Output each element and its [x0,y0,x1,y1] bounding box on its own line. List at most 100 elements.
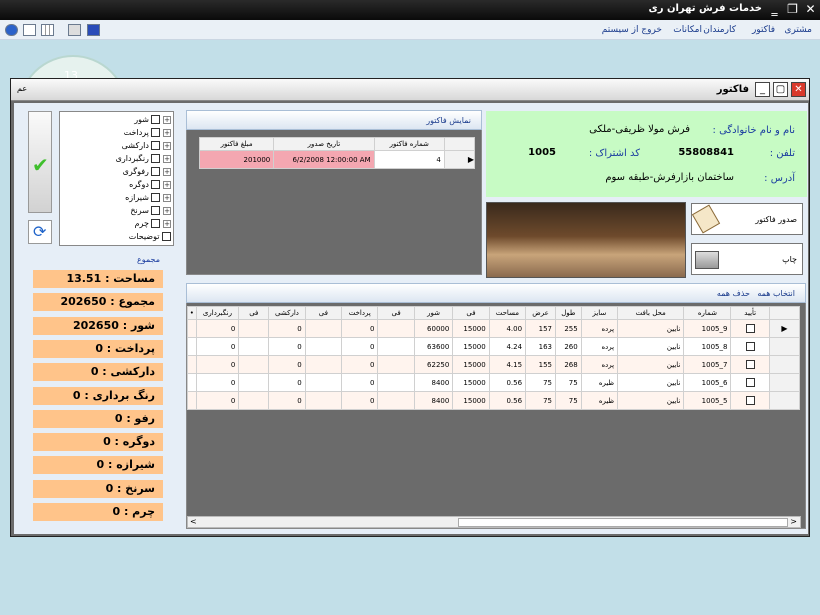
menu-employees[interactable]: کارمندان [703,25,736,35]
service-item[interactable]: + رفوگری [123,167,171,179]
service-checkbox[interactable] [162,232,171,241]
service-item[interactable]: + شیرازه [125,193,171,205]
service-checkbox[interactable] [151,180,161,189]
detail-column-header[interactable]: دارکشی [268,306,306,320]
service-item[interactable]: + چرم [135,219,171,231]
detail-cell: 0.56 [488,373,527,392]
detail-column-header[interactable]: فی [452,306,490,320]
service-checkbox[interactable] [151,154,161,163]
window-close-icon[interactable]: ✕ [791,82,806,97]
save-icon[interactable] [87,24,100,36]
expand-icon[interactable]: + [163,141,171,150]
table-row[interactable]: 201000 6/2/2008 12:00:00 AM 4 ▶ [198,150,476,169]
table-row[interactable]: 0 0 0 63600 15000 4.24 163 260 پرده نایین 1005_8 [187,337,801,356]
detail-column-header[interactable]: فی [304,306,343,320]
service-item[interactable]: + رنگبرداری [116,154,171,166]
confirm-cell [730,337,770,356]
printer-icon[interactable] [68,24,81,36]
detail-column-header[interactable]: طول [555,306,582,320]
service-checkbox[interactable] [151,219,161,228]
detail-column-header[interactable]: تأیید [730,306,770,320]
detail-column-header[interactable]: فی [238,306,270,320]
service-checkbox[interactable] [151,167,161,176]
detail-cell: ظیره [580,391,619,410]
detail-column-header[interactable]: پرداخت [341,306,379,320]
table-row[interactable]: 0 0 0 62250 15000 4.15 155 268 پرده نایین 1005_7 [187,355,801,374]
detail-column-header[interactable]: شماره [683,306,732,320]
select-all-button[interactable]: انتخاب همه [757,289,795,298]
window-minimize-icon[interactable]: _ [755,82,770,97]
detail-column-header[interactable]: شور [413,306,454,320]
scroll-left-icon[interactable]: < [190,517,197,526]
confirm-checkbox[interactable] [745,342,755,351]
confirm-checkbox[interactable] [745,324,755,333]
customer-address: ساختمان بازارفرش-طبقه سوم [605,172,734,183]
expand-icon[interactable]: + [163,154,171,163]
service-item[interactable]: + پرداخت [124,128,171,140]
detail-cell: 0 [195,337,240,356]
confirm-checkbox[interactable] [745,396,755,405]
menu-invoice[interactable]: فاکتور [752,25,775,35]
service-checkbox[interactable] [151,115,161,124]
expand-icon[interactable]: + [163,128,171,137]
table-row[interactable]: 0 0 0 60000 15000 4.00 157 255 پرده نایین 1005_9 ▶ [187,319,801,338]
menu-exit[interactable]: خروج از سیستم [602,25,662,35]
detail-column-header[interactable]: سایز [580,306,619,320]
invoice-col-date[interactable]: تاریخ صدور [273,137,375,151]
service-checkbox[interactable] [151,193,161,202]
expand-icon[interactable]: + [163,167,171,176]
table-row[interactable]: 0 0 0 8400 15000 0.56 75 75 ظیره نایین 1005_6 [187,373,801,392]
detail-toolbar: انتخاب همه حذف همه [186,283,806,303]
detail-cell: 0 [195,319,240,338]
service-item[interactable]: + سرنخ [130,206,171,218]
confirm-button[interactable]: ✔ [28,111,52,213]
detail-column-header[interactable]: رنگبرداری [195,306,240,320]
detail-column-header[interactable]: محل بافت [617,306,685,320]
service-checkbox[interactable] [151,141,161,150]
horizontal-scrollbar[interactable]: < > [187,516,801,528]
help-icon[interactable] [5,24,18,36]
page-icon[interactable] [23,24,36,36]
table-row[interactable]: 0 0 0 8400 15000 0.56 75 75 ظیره نایین 1005_5 [187,391,801,410]
confirm-checkbox[interactable] [745,360,755,369]
summary-field: دوگره : 0 [33,433,163,452]
detail-cell: 4.24 [488,337,527,356]
detail-cell: 1005_6 [683,373,732,392]
expand-icon[interactable]: + [163,193,171,202]
invoice-col-amount[interactable]: مبلغ فاکتور [198,137,275,151]
detail-column-header[interactable]: مساحت [488,306,527,320]
service-checkbox[interactable] [151,206,161,215]
service-checkbox[interactable] [151,128,161,137]
expand-icon[interactable]: + [163,180,171,189]
summary-field: مساحت : 13.51 [33,270,163,288]
detail-column-header[interactable]: عرض [525,306,557,320]
service-item[interactable]: + دارکشی [122,141,171,153]
grid-icon[interactable] [41,24,54,36]
service-item[interactable]: + شور [134,115,171,127]
detail-cell: 0 [268,355,306,374]
print-button[interactable]: چاپ [691,243,803,275]
scroll-thumb[interactable] [458,518,788,527]
service-label: شیرازه [125,193,149,202]
confirm-checkbox[interactable] [745,378,755,387]
menu-facilities[interactable]: امکانات [673,25,702,35]
invoice-col-number[interactable]: شماره فاکتور [373,137,445,151]
summary-field: رفو : 0 [33,409,163,428]
window-maximize-icon[interactable]: ▢ [773,82,788,97]
expand-icon[interactable]: + [163,219,171,228]
refresh-button[interactable]: ⟳ [28,220,52,244]
row-pointer-icon: ▶ [768,319,801,338]
expand-icon[interactable]: + [163,115,171,124]
close-icon[interactable]: ✕ [803,2,818,17]
minimize-icon[interactable]: ‗ [767,2,782,17]
service-item[interactable]: + دوگره [129,180,171,192]
scroll-right-icon[interactable]: > [790,517,797,526]
detail-cell: 260 [555,337,582,356]
expand-icon[interactable]: + [163,206,171,215]
detail-column-header[interactable]: فی [377,306,415,320]
issue-invoice-button[interactable]: صدور فاکتور [691,203,803,235]
delete-all-button[interactable]: حذف همه [717,289,750,298]
restore-icon[interactable]: ❐ [785,2,800,17]
menu-customer[interactable]: مشتری [784,25,812,35]
service-item[interactable]: توضیحات [129,232,171,244]
